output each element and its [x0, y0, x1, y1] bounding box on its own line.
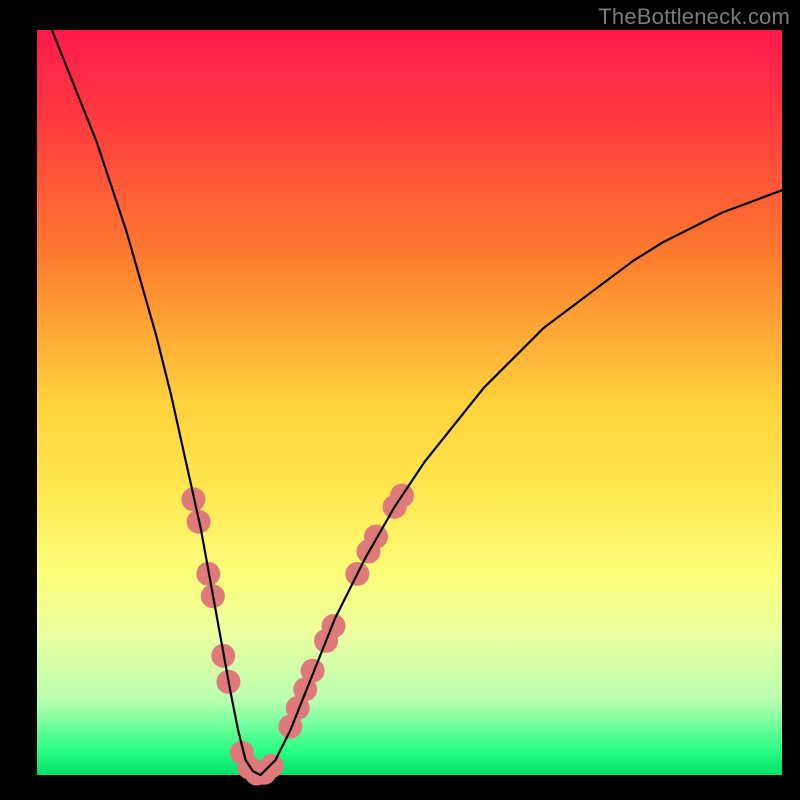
chart-container: TheBottleneck.com: [0, 0, 800, 800]
bottleneck-chart: [0, 0, 800, 800]
highlight-dot: [322, 614, 346, 638]
attribution-watermark: TheBottleneck.com: [598, 4, 790, 30]
plot-background: [37, 30, 782, 775]
highlight-dot: [301, 659, 325, 683]
highlight-dot: [260, 754, 284, 778]
highlight-dot: [364, 525, 388, 549]
